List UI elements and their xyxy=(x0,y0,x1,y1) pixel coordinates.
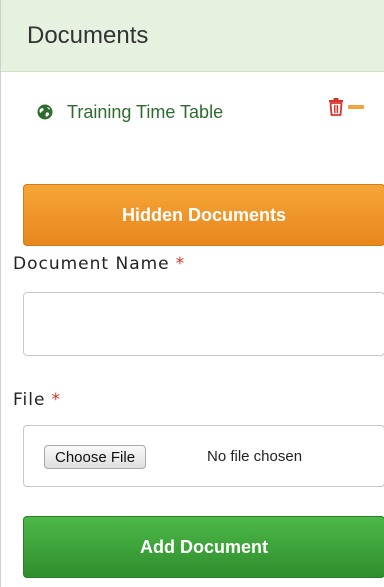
choose-file-button[interactable]: Choose File xyxy=(44,445,147,469)
document-name-label-text: Document Name xyxy=(13,254,170,274)
document-name-input[interactable] xyxy=(23,292,384,356)
file-status-text: No file chosen xyxy=(207,448,303,465)
hidden-documents-button[interactable]: Hidden Documents xyxy=(23,184,384,246)
globe-icon xyxy=(37,104,53,120)
document-link[interactable]: Training Time Table xyxy=(67,102,223,123)
file-label: File * xyxy=(13,390,61,410)
panel-title: Documents xyxy=(27,22,149,49)
documents-panel: Documents Training Time Table Hidden Doc… xyxy=(0,0,384,587)
file-input: Choose File No file chosen xyxy=(23,425,384,487)
add-document-button[interactable]: Add Document xyxy=(23,516,384,578)
required-marker: * xyxy=(175,254,186,274)
document-item: Training Time Table xyxy=(1,90,384,136)
required-marker: * xyxy=(51,390,61,410)
panel-header: Documents xyxy=(1,0,384,72)
document-name-label: Document Name * xyxy=(13,254,185,274)
trash-icon[interactable] xyxy=(328,98,344,116)
file-label-text: File xyxy=(13,390,46,410)
minus-icon[interactable] xyxy=(348,105,364,109)
